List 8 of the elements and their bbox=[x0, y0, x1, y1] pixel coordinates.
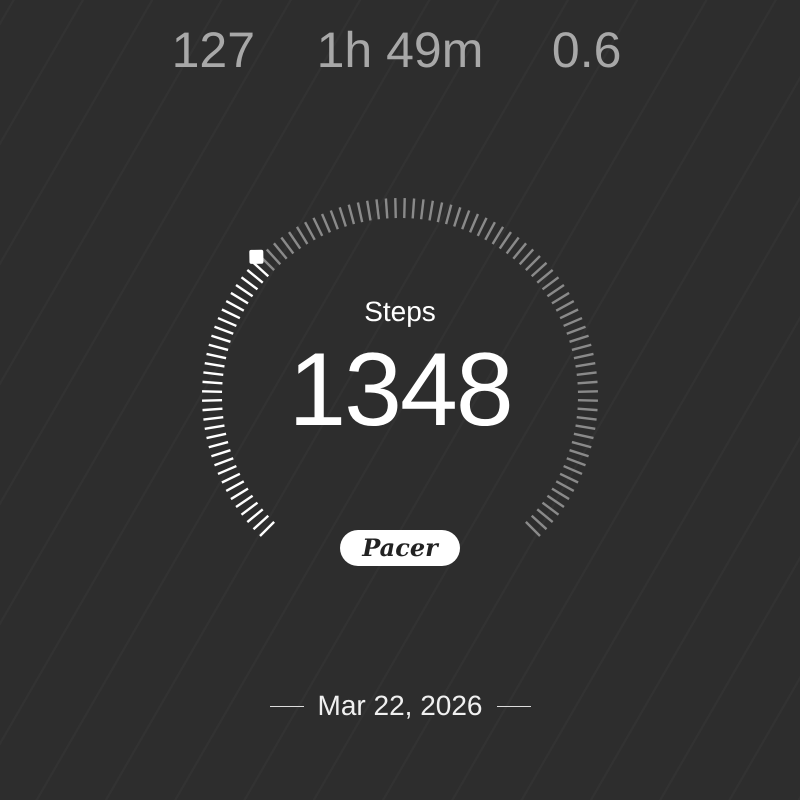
progress-marker bbox=[249, 250, 264, 264]
step-count: 1348 bbox=[288, 338, 512, 442]
date-label: Mar 22, 2026 bbox=[318, 690, 482, 722]
steps-label: Steps bbox=[364, 296, 436, 328]
stat-value: 127 bbox=[170, 22, 256, 80]
stat-value: 1h 49m bbox=[316, 22, 484, 80]
brand-logo: Pacer bbox=[340, 530, 460, 566]
stat-value: 0.6 bbox=[550, 22, 622, 80]
